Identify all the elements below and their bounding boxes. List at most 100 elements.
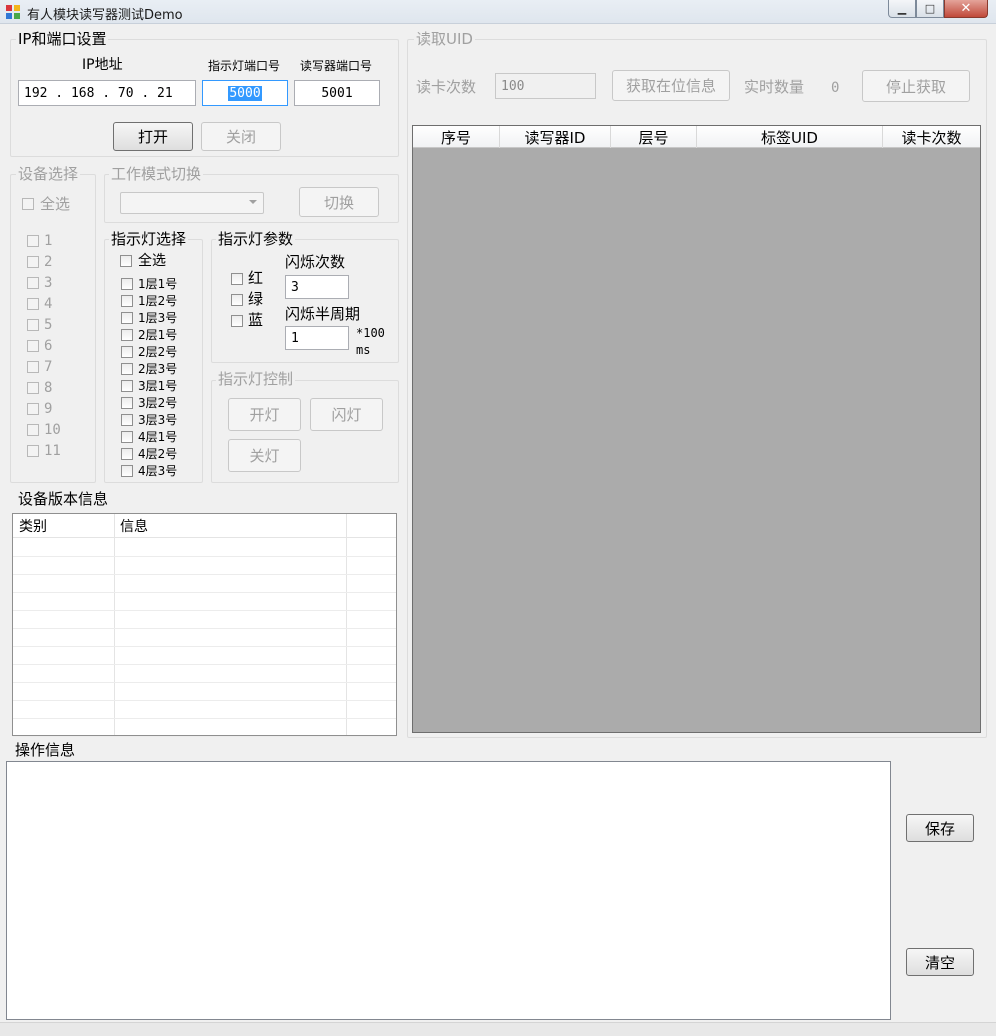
unit-label-line1: *100 <box>356 326 385 340</box>
version-grid[interactable]: 类别 信息 <box>12 513 397 737</box>
blue-label: 蓝 <box>248 311 264 329</box>
device-checkbox-label: 3 <box>44 275 53 291</box>
table-row[interactable] <box>13 539 396 557</box>
device-checkbox[interactable] <box>27 340 39 352</box>
device-checkbox-label: 8 <box>44 380 53 396</box>
blue-checkbox[interactable] <box>231 315 243 327</box>
light-on-button[interactable]: 开灯 <box>228 398 301 431</box>
maximize-button[interactable]: □ <box>916 0 944 18</box>
light-flash-button[interactable]: 闪灯 <box>310 398 383 431</box>
light-checkbox-label: 2层1号 <box>138 328 178 342</box>
device-checkbox[interactable] <box>27 298 39 310</box>
device-select-all-checkbox[interactable] <box>22 198 34 210</box>
light-port-input[interactable]: 5000 <box>202 80 288 106</box>
light-select-legend: 指示灯选择 <box>109 230 189 248</box>
device-checkbox[interactable] <box>27 361 39 373</box>
device-checkbox[interactable] <box>27 319 39 331</box>
light-checkbox[interactable] <box>121 295 133 307</box>
close-window-button[interactable]: ✕ <box>944 0 988 18</box>
table-row[interactable] <box>13 665 396 683</box>
device-checkbox[interactable] <box>27 382 39 394</box>
light-checkbox-label: 4层3号 <box>138 464 178 478</box>
light-checkbox[interactable] <box>121 278 133 290</box>
device-checkbox[interactable] <box>27 277 39 289</box>
device-checkbox[interactable] <box>27 403 39 415</box>
window-bottom-edge <box>0 1022 996 1036</box>
red-label: 红 <box>248 269 264 287</box>
light-off-button[interactable]: 关灯 <box>228 439 301 472</box>
uid-col-tag-uid[interactable]: 标签UID <box>697 126 883 148</box>
ip-address-input[interactable]: 192 . 168 . 70 . 21 <box>18 80 196 106</box>
light-checkbox-label: 3层3号 <box>138 413 178 427</box>
table-row[interactable] <box>13 701 396 719</box>
read-count-input[interactable]: 100 <box>495 73 596 99</box>
light-checkbox-label: 4层1号 <box>138 430 178 444</box>
realtime-count-label: 实时数量 <box>744 78 805 96</box>
light-select-all-checkbox[interactable] <box>120 255 132 267</box>
realtime-count-value: 0 <box>831 80 840 96</box>
get-presence-button[interactable]: 获取在位信息 <box>612 70 730 101</box>
device-checkbox[interactable] <box>27 256 39 268</box>
uid-col-layer[interactable]: 层号 <box>611 126 697 148</box>
mode-select[interactable] <box>120 192 264 214</box>
light-checkbox[interactable] <box>121 329 133 341</box>
clear-button[interactable]: 清空 <box>906 948 974 976</box>
light-port-value: 5000 <box>228 85 262 101</box>
switch-mode-button[interactable]: 切换 <box>299 187 379 217</box>
light-checkbox[interactable] <box>121 397 133 409</box>
light-list: 1层1号 1层2号 1层3号 2层1号 2层2号 2层3号 3层1号 3层2号 3层3号 4层1号… <box>121 276 196 480</box>
device-checkbox[interactable] <box>27 445 39 457</box>
table-row[interactable] <box>13 629 396 647</box>
green-label: 绿 <box>248 290 264 308</box>
light-checkbox-label: 1层2号 <box>138 294 178 308</box>
device-checkbox[interactable] <box>27 235 39 247</box>
flash-count-input[interactable]: 3 <box>285 275 349 299</box>
light-select-all-label: 全选 <box>138 253 166 269</box>
table-row[interactable] <box>13 647 396 665</box>
light-checkbox[interactable] <box>121 380 133 392</box>
window-title: 有人模块读写器测试Demo <box>27 8 183 23</box>
green-checkbox[interactable] <box>231 294 243 306</box>
uid-col-reader-id[interactable]: 读写器ID <box>500 126 611 148</box>
uid-grid-header: 序号 读写器ID 层号 标签UID 读卡次数 <box>413 126 980 148</box>
light-checkbox[interactable] <box>121 431 133 443</box>
minimize-icon: ▁ <box>897 2 907 15</box>
device-checkbox-label: 5 <box>44 317 53 333</box>
save-button[interactable]: 保存 <box>906 814 974 842</box>
light-checkbox-label: 4层2号 <box>138 447 178 461</box>
close-button[interactable]: 关闭 <box>201 122 281 151</box>
minimize-button[interactable]: ▁ <box>888 0 916 18</box>
device-checkbox[interactable] <box>27 424 39 436</box>
table-row[interactable] <box>13 593 396 611</box>
light-checkbox[interactable] <box>121 363 133 375</box>
light-port-label: 指示灯端口号 <box>208 59 281 73</box>
ip-label: IP地址 <box>82 57 123 73</box>
half-period-label: 闪烁半周期 <box>285 305 361 323</box>
light-checkbox[interactable] <box>121 414 133 426</box>
light-checkbox-label: 2层3号 <box>138 362 178 376</box>
open-button[interactable]: 打开 <box>113 122 193 151</box>
app-icon <box>6 5 20 19</box>
table-row[interactable] <box>13 719 396 737</box>
log-textarea[interactable] <box>6 761 891 1020</box>
light-checkbox[interactable] <box>121 346 133 358</box>
uid-col-read-count[interactable]: 读卡次数 <box>883 126 980 148</box>
flash-count-label: 闪烁次数 <box>285 253 346 271</box>
stop-fetch-button[interactable]: 停止获取 <box>862 70 970 102</box>
version-col-category: 类别 <box>19 519 47 535</box>
light-checkbox[interactable] <box>121 312 133 324</box>
table-row[interactable] <box>13 557 396 575</box>
uid-grid[interactable]: 序号 读写器ID 层号 标签UID 读卡次数 <box>412 125 981 733</box>
reader-port-input[interactable]: 5001 <box>294 80 380 106</box>
table-row[interactable] <box>13 575 396 593</box>
device-checkbox-label: 11 <box>44 443 61 459</box>
red-checkbox[interactable] <box>231 273 243 285</box>
table-row[interactable] <box>13 683 396 701</box>
light-checkbox[interactable] <box>121 448 133 460</box>
uid-col-index[interactable]: 序号 <box>413 126 500 148</box>
table-row[interactable] <box>13 611 396 629</box>
maximize-icon: □ <box>924 2 936 15</box>
light-checkbox[interactable] <box>121 465 133 477</box>
device-select-all-label: 全选 <box>40 195 71 213</box>
half-period-input[interactable]: 1 <box>285 326 349 350</box>
